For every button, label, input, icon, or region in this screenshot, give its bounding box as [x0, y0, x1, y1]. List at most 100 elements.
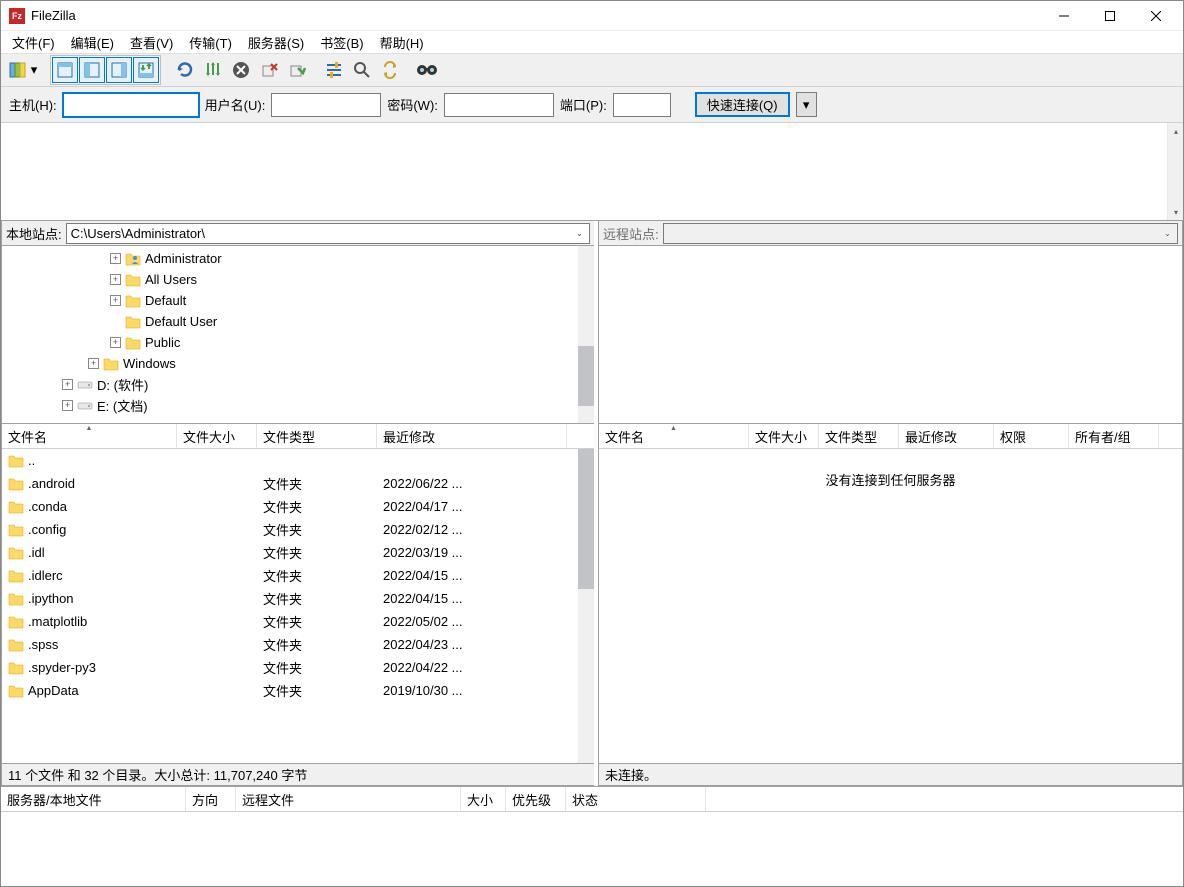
menu-bookmarks[interactable]: 书签(B): [313, 31, 370, 54]
file-row[interactable]: .config文件夹2022/02/12 ...: [2, 518, 594, 541]
tree-expand-icon[interactable]: +: [62, 379, 73, 390]
column-header[interactable]: 服务器/本地文件: [1, 787, 186, 811]
menu-file[interactable]: 文件(F): [5, 31, 62, 54]
menu-server[interactable]: 服务器(S): [241, 31, 311, 54]
remote-site-label: 远程站点:: [603, 224, 659, 243]
reconnect-button[interactable]: [284, 57, 310, 83]
column-header[interactable]: 文件类型: [257, 424, 377, 448]
site-manager-button[interactable]: [5, 57, 31, 83]
menu-view[interactable]: 查看(V): [123, 31, 180, 54]
file-row[interactable]: .spyder-py3文件夹2022/04/22 ...: [2, 656, 594, 679]
tree-row[interactable]: +D: (软件): [2, 374, 594, 395]
column-header[interactable]: 方向: [186, 787, 236, 811]
tree-row[interactable]: +Administrator: [2, 248, 594, 269]
filter-button[interactable]: [321, 57, 347, 83]
toggle-remote-tree-button[interactable]: [106, 57, 132, 83]
compare-button[interactable]: [349, 57, 375, 83]
local-tree[interactable]: +Administrator+All Users+DefaultDefault …: [2, 246, 594, 424]
column-header[interactable]: 所有者/组: [1069, 424, 1159, 448]
folder-icon: [8, 661, 24, 675]
minimize-button[interactable]: [1041, 1, 1087, 30]
tree-expand-icon[interactable]: +: [110, 295, 121, 306]
tree-expand-icon[interactable]: +: [110, 253, 121, 264]
column-header[interactable]: 优先级: [506, 787, 566, 811]
column-header[interactable]: 远程文件: [236, 787, 461, 811]
tree-row[interactable]: +Windows: [2, 353, 594, 374]
file-name: .android: [28, 476, 75, 491]
column-header[interactable]: 最近修改: [899, 424, 994, 448]
cancel-button[interactable]: [228, 57, 254, 83]
remote-tree[interactable]: [599, 246, 1182, 424]
local-path-combo[interactable]: C:\Users\Administrator\ ⌄: [66, 223, 590, 244]
quick-connect-button[interactable]: 快速连接(Q): [695, 92, 790, 117]
folder-icon: [103, 357, 119, 371]
file-row[interactable]: .idl文件夹2022/03/19 ...: [2, 541, 594, 564]
sort-indicator-icon: ▲: [86, 425, 93, 432]
column-header[interactable]: 大小: [461, 787, 506, 811]
menu-transfer[interactable]: 传输(T): [182, 31, 239, 54]
port-label: 端口(P):: [560, 95, 607, 114]
tree-row[interactable]: +All Users: [2, 269, 594, 290]
tree-expand-icon[interactable]: +: [110, 337, 121, 348]
file-row[interactable]: .ipython文件夹2022/04/15 ...: [2, 587, 594, 610]
log-scrollbar[interactable]: ▴ ▾: [1167, 123, 1183, 220]
column-header[interactable]: 文件大小: [749, 424, 819, 448]
file-type: 文件夹: [257, 474, 377, 493]
file-row[interactable]: .conda文件夹2022/04/17 ...: [2, 495, 594, 518]
file-row[interactable]: .spss文件夹2022/04/23 ...: [2, 633, 594, 656]
file-row[interactable]: ..: [2, 449, 594, 472]
column-header[interactable]: 文件类型: [819, 424, 899, 448]
remote-path-combo[interactable]: ⌄: [663, 223, 1178, 244]
file-row[interactable]: .idlerc文件夹2022/04/15 ...: [2, 564, 594, 587]
tree-row[interactable]: +E: (文档): [2, 395, 594, 416]
file-row[interactable]: AppData文件夹2019/10/30 ...: [2, 679, 594, 702]
file-modified: 2022/04/23 ...: [377, 637, 567, 652]
local-status: 11 个文件 和 32 个目录。大小总计: 11,707,240 字节: [2, 763, 594, 785]
port-input[interactable]: [613, 93, 671, 117]
window-title: FileZilla: [31, 8, 1041, 23]
column-header[interactable]: ▲文件名: [599, 424, 749, 448]
tree-row[interactable]: Default User: [2, 311, 594, 332]
close-button[interactable]: [1133, 1, 1179, 30]
toggle-queue-button[interactable]: [133, 57, 159, 83]
tree-expand-icon[interactable]: +: [110, 274, 121, 285]
file-modified: 2019/10/30 ...: [377, 683, 567, 698]
folder-icon: [8, 454, 24, 468]
queue-header[interactable]: 服务器/本地文件方向远程文件大小优先级状态: [1, 787, 1183, 812]
local-file-header[interactable]: ▲文件名文件大小文件类型最近修改: [2, 424, 594, 449]
process-queue-button[interactable]: [200, 57, 226, 83]
toggle-tree-button[interactable]: [79, 57, 105, 83]
pass-input[interactable]: [444, 93, 554, 117]
column-header[interactable]: 状态: [566, 787, 706, 811]
host-input[interactable]: [63, 93, 199, 117]
column-header[interactable]: ▲文件名: [2, 424, 177, 448]
file-row[interactable]: .matplotlib文件夹2022/05/02 ...: [2, 610, 594, 633]
search-button[interactable]: [414, 57, 440, 83]
sync-browse-button[interactable]: [377, 57, 403, 83]
column-header[interactable]: 文件大小: [177, 424, 257, 448]
refresh-button[interactable]: [172, 57, 198, 83]
maximize-button[interactable]: [1087, 1, 1133, 30]
column-header[interactable]: 最近修改: [377, 424, 567, 448]
tree-expand-icon[interactable]: +: [88, 358, 99, 369]
sort-indicator-icon: ▲: [670, 425, 677, 432]
queue-list[interactable]: [1, 812, 1183, 886]
tree-expand-icon[interactable]: +: [62, 400, 73, 411]
toggle-log-button[interactable]: [52, 57, 78, 83]
menubar: 文件(F) 编辑(E) 查看(V) 传输(T) 服务器(S) 书签(B) 帮助(…: [1, 31, 1183, 53]
tree-row[interactable]: +Default: [2, 290, 594, 311]
menu-help[interactable]: 帮助(H): [373, 31, 431, 54]
site-manager-dropdown[interactable]: ▾: [29, 62, 39, 78]
menu-edit[interactable]: 编辑(E): [64, 31, 121, 54]
quick-connect-dropdown[interactable]: ▾: [796, 92, 817, 117]
column-header[interactable]: 权限: [994, 424, 1069, 448]
tree-row[interactable]: +Public: [2, 332, 594, 353]
file-name: .idlerc: [28, 568, 63, 583]
remote-file-header[interactable]: ▲文件名文件大小文件类型最近修改权限所有者/组: [599, 424, 1182, 449]
file-name: ..: [28, 453, 35, 468]
file-row[interactable]: .android文件夹2022/06/22 ...: [2, 472, 594, 495]
disconnect-button[interactable]: [256, 57, 282, 83]
user-input[interactable]: [271, 93, 381, 117]
folder-icon: [8, 615, 24, 629]
local-file-list[interactable]: ...android文件夹2022/06/22 ....conda文件夹2022…: [2, 449, 594, 763]
